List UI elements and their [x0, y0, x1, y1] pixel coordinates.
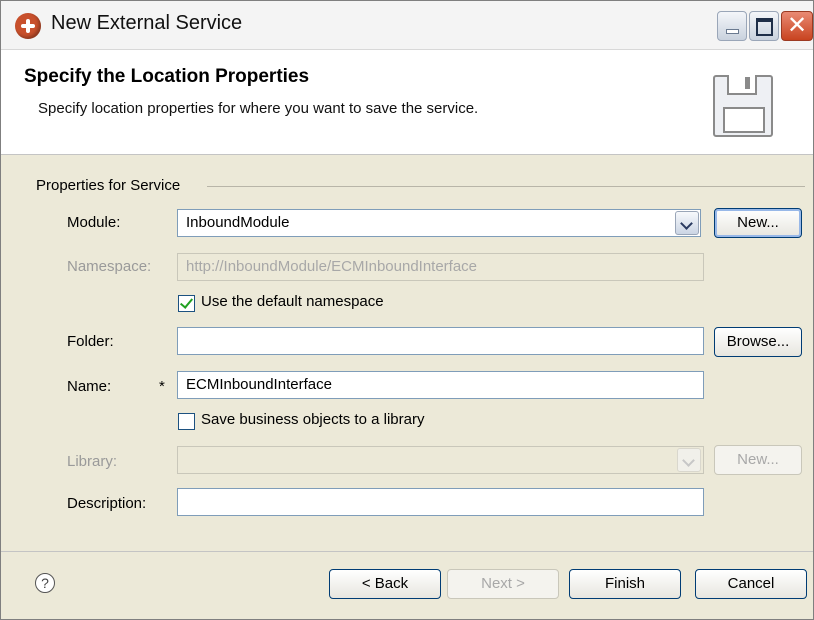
- new-external-service-dialog: New External Service ✕ Specify the Locat…: [0, 0, 814, 620]
- browse-button[interactable]: Browse...: [714, 327, 802, 357]
- properties-panel: Properties for Service Module: InboundMo…: [1, 155, 813, 551]
- name-label: Name:: [67, 378, 112, 395]
- minimize-button[interactable]: [717, 11, 747, 41]
- folder-field[interactable]: [177, 327, 704, 355]
- namespace-label: Namespace:: [67, 258, 152, 275]
- maximize-button[interactable]: [749, 11, 779, 41]
- description-label: Description:: [67, 495, 147, 512]
- save-disk-icon: [713, 75, 773, 137]
- disk-shutter: [727, 75, 757, 95]
- required-marker: *: [159, 378, 165, 395]
- module-combo[interactable]: InboundModule: [177, 209, 701, 237]
- button-bar: ? < Back Next > Finish Cancel: [1, 551, 813, 619]
- group-divider: [207, 186, 805, 187]
- page-title: Specify the Location Properties: [24, 66, 310, 87]
- help-icon[interactable]: ?: [35, 573, 55, 593]
- save-bo-library-checkbox[interactable]: [178, 413, 195, 430]
- namespace-field[interactable]: http://InboundModule/ECMInboundInterface: [177, 253, 704, 281]
- folder-label: Folder:: [67, 333, 114, 350]
- back-button[interactable]: < Back: [329, 569, 441, 599]
- app-icon: [15, 13, 41, 39]
- wizard-banner: Specify the Location Properties Specify …: [1, 50, 813, 155]
- next-button[interactable]: Next >: [447, 569, 559, 599]
- close-icon: ✕: [786, 12, 808, 39]
- cancel-button[interactable]: Cancel: [695, 569, 807, 599]
- description-field[interactable]: [177, 488, 704, 516]
- finish-button[interactable]: Finish: [569, 569, 681, 599]
- chevron-down-icon[interactable]: [675, 211, 699, 235]
- name-field[interactable]: ECMInboundInterface: [177, 371, 704, 399]
- library-label: Library:: [67, 453, 118, 470]
- save-bo-library-label[interactable]: Save business objects to a library: [201, 411, 424, 428]
- default-namespace-checkbox[interactable]: [178, 295, 195, 312]
- module-label: Module:: [67, 214, 121, 231]
- chevron-down-icon: [677, 448, 701, 472]
- group-label: Properties for Service: [36, 177, 181, 194]
- window-title: New External Service: [51, 12, 243, 34]
- title-bar[interactable]: New External Service ✕: [1, 1, 813, 50]
- default-namespace-label[interactable]: Use the default namespace: [201, 293, 384, 310]
- page-description: Specify location properties for where yo…: [38, 100, 479, 117]
- minimize-icon: [726, 29, 739, 34]
- module-new-button[interactable]: New...: [714, 208, 802, 238]
- maximize-icon: [756, 18, 773, 36]
- close-button[interactable]: ✕: [781, 11, 813, 41]
- library-new-button[interactable]: New...: [714, 445, 802, 475]
- disk-label: [723, 107, 765, 133]
- library-combo[interactable]: [177, 446, 704, 474]
